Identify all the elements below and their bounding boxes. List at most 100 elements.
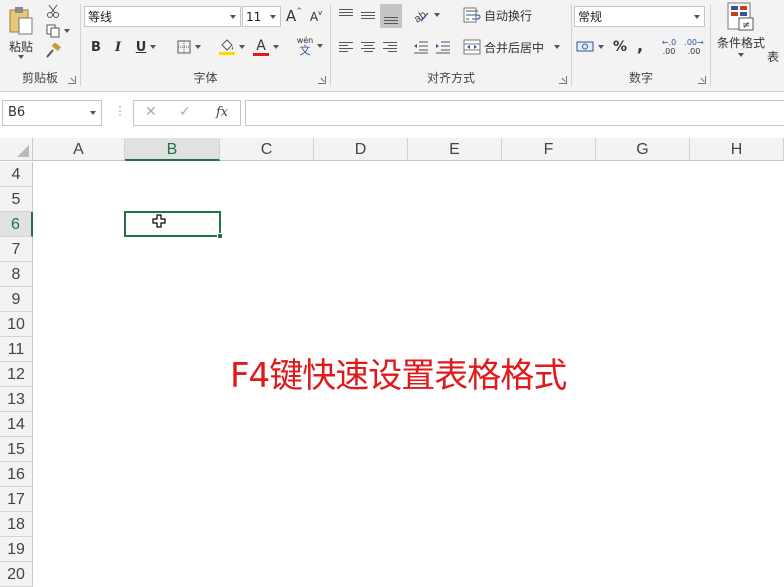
clipboard-launcher-icon[interactable]: [68, 76, 76, 84]
accounting-format-button[interactable]: [574, 37, 606, 57]
align-center-icon: [361, 42, 375, 52]
underline-dropdown-icon[interactable]: [150, 45, 157, 49]
row-header-16[interactable]: 16: [0, 462, 33, 487]
row-header-8[interactable]: 8: [0, 262, 33, 287]
grow-font-button[interactable]: A ^: [285, 6, 303, 26]
shrink-font-button[interactable]: Av: [307, 8, 325, 26]
number-launcher-icon[interactable]: [698, 76, 706, 84]
middle-align-button[interactable]: [358, 4, 378, 26]
copy-dropdown-icon[interactable]: [64, 29, 70, 33]
row-header-7[interactable]: 7: [0, 237, 33, 262]
borders-button[interactable]: [173, 37, 205, 57]
column-header-e[interactable]: E: [408, 138, 502, 161]
underline-icon: U: [135, 39, 147, 55]
name-box[interactable]: B6: [2, 100, 102, 126]
increase-decimal-button[interactable]: ←.0 .00: [658, 35, 680, 59]
row-header-9[interactable]: 9: [0, 287, 33, 312]
decrease-indent-icon: [414, 41, 428, 54]
font-launcher-icon[interactable]: [318, 76, 326, 84]
font-color-button[interactable]: A: [251, 36, 281, 58]
middle-align-icon: [361, 11, 375, 19]
row-header-11[interactable]: 11: [0, 337, 33, 362]
cut-button[interactable]: [44, 2, 62, 20]
wrap-text-icon: [463, 7, 481, 23]
phonetic-guide-button[interactable]: wén 文: [293, 34, 327, 58]
increase-indent-button[interactable]: [433, 37, 453, 57]
percent-button[interactable]: %: [610, 37, 630, 57]
row-header-13[interactable]: 13: [0, 387, 33, 412]
row-header-10[interactable]: 10: [0, 312, 33, 337]
column-header-f[interactable]: F: [502, 138, 596, 161]
row-header-18[interactable]: 18: [0, 512, 33, 537]
enter-icon[interactable]: ✓: [179, 104, 191, 120]
row-header-20[interactable]: 20: [0, 562, 33, 587]
bold-button[interactable]: B: [87, 37, 105, 57]
paste-dropdown-icon[interactable]: [18, 54, 24, 59]
row-header-15[interactable]: 15: [0, 437, 33, 462]
column-header-g[interactable]: G: [596, 138, 690, 161]
row-header-6[interactable]: 6: [0, 212, 33, 237]
decrease-decimal-icon: .00→: [684, 38, 704, 47]
percent-icon: %: [612, 39, 628, 55]
fill-color-button[interactable]: [217, 36, 247, 58]
styles-group: ≠ 条件格式 表: [711, 0, 784, 92]
copy-button[interactable]: [44, 22, 72, 40]
fill-handle[interactable]: [217, 233, 223, 239]
row-header-19[interactable]: 19: [0, 537, 33, 562]
font-name-select[interactable]: 等线: [84, 6, 241, 27]
phonetic-dropdown-icon[interactable]: [317, 44, 324, 48]
column-header-b[interactable]: B: [125, 138, 220, 161]
wrap-text-button[interactable]: 自动换行: [463, 4, 539, 26]
top-align-button[interactable]: [336, 4, 356, 26]
column-header-c[interactable]: C: [220, 138, 314, 161]
underline-button[interactable]: U: [131, 37, 161, 57]
align-center-button[interactable]: [358, 37, 378, 57]
align-right-icon: [383, 42, 397, 52]
formula-bar-dots-icon[interactable]: ⋮: [114, 104, 126, 118]
italic-button[interactable]: I: [109, 37, 127, 57]
borders-icon: [177, 40, 191, 54]
select-all-button[interactable]: [0, 138, 33, 161]
ribbon: 粘贴 剪贴板 等线 11 A ^ A v B I U A wén 文 字体 ab…: [0, 0, 784, 92]
cancel-icon[interactable]: ✕: [145, 104, 157, 120]
clipboard-group: 粘贴 剪贴板: [0, 0, 80, 92]
bottom-align-button[interactable]: [380, 4, 402, 28]
decrease-decimal-button[interactable]: .00→ .00: [682, 35, 706, 59]
comma-style-button[interactable]: ,: [632, 35, 648, 55]
align-left-icon: [339, 42, 353, 52]
format-as-table-button[interactable]: 表: [767, 46, 784, 66]
conditional-formatting-dropdown-icon[interactable]: [738, 53, 744, 57]
format-painter-button[interactable]: [44, 42, 62, 60]
font-size-select[interactable]: 11: [242, 6, 281, 27]
column-header-h[interactable]: H: [690, 138, 784, 161]
row-header-5[interactable]: 5: [0, 187, 33, 212]
orientation-dropdown-icon[interactable]: [434, 13, 440, 17]
orientation-button[interactable]: ab: [411, 4, 441, 26]
alignment-group: ab 自动换行 合并后居中 对齐方式: [331, 0, 571, 92]
alignment-launcher-icon[interactable]: [559, 76, 567, 84]
chevron-down-icon: [694, 15, 700, 19]
row-header-12[interactable]: 12: [0, 362, 33, 387]
number-format-select[interactable]: 常规: [574, 6, 705, 27]
fill-color-dropdown-icon[interactable]: [239, 45, 245, 49]
formula-input[interactable]: [245, 100, 784, 126]
font-color-dropdown-icon[interactable]: [273, 45, 279, 49]
column-header-a[interactable]: A: [33, 138, 125, 161]
paste-button[interactable]: 粘贴: [4, 2, 38, 62]
align-left-button[interactable]: [336, 37, 356, 57]
row-header-14[interactable]: 14: [0, 412, 33, 437]
grow-font-icon: A: [285, 7, 297, 25]
borders-dropdown-icon[interactable]: [195, 45, 201, 49]
conditional-formatting-button[interactable]: ≠ 条件格式: [713, 2, 769, 64]
merge-center-button[interactable]: 合并后居中: [463, 36, 567, 58]
active-cell-selection[interactable]: [124, 211, 223, 239]
accounting-dropdown-icon[interactable]: [598, 45, 604, 49]
row-header-4[interactable]: 4: [0, 162, 33, 187]
format-as-table-label: 表: [767, 49, 780, 64]
align-right-button[interactable]: [380, 37, 400, 57]
row-header-17[interactable]: 17: [0, 487, 33, 512]
column-header-d[interactable]: D: [314, 138, 408, 161]
merge-center-dropdown-icon[interactable]: [554, 45, 561, 49]
insert-function-icon[interactable]: fx: [216, 105, 228, 120]
decrease-indent-button[interactable]: [411, 37, 431, 57]
